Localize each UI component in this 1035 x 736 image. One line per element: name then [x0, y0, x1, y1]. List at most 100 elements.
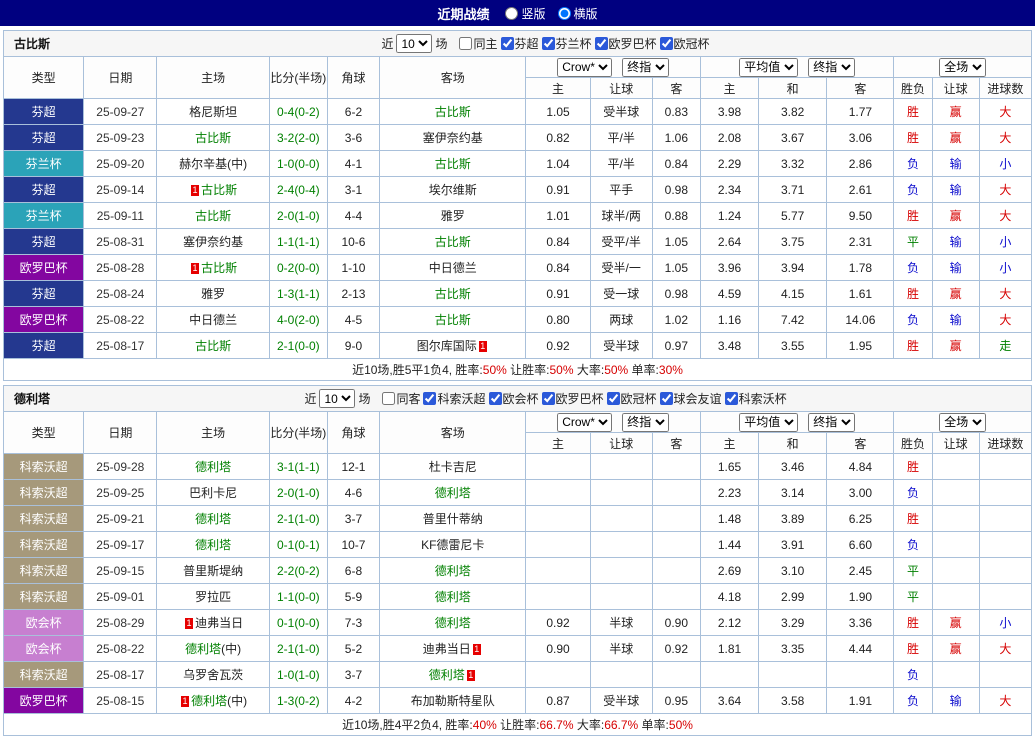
away-team: 埃尔维斯 — [379, 176, 527, 203]
same-venue-checkbox[interactable] — [382, 392, 396, 405]
view-radio-horizontal[interactable] — [557, 6, 571, 20]
away-team-name: 古比斯 — [434, 287, 471, 301]
league-filter-checkbox[interactable] — [488, 392, 502, 405]
league-filter[interactable]: 球会友谊 — [659, 390, 722, 407]
away-team-name: 德利塔 — [434, 616, 471, 630]
home-team: 1 德利塔(中) — [156, 687, 270, 714]
home-team-name: 古比斯 — [195, 131, 232, 145]
league-badge: 欧会杯 — [2, 609, 85, 636]
league-filter-checkbox[interactable] — [500, 37, 514, 50]
league-filter[interactable]: 欧罗巴杯 — [594, 35, 657, 52]
neutral-venue-label: (中) — [221, 642, 242, 656]
same-venue-filter[interactable]: 同主 — [459, 35, 498, 52]
league-filter[interactable]: 欧会杯 — [488, 390, 539, 407]
away-team: 普里什蒂纳 — [379, 505, 527, 532]
final-odds-select-2[interactable]: 终指 — [808, 57, 856, 77]
summary-value: 40% — [472, 718, 497, 732]
home-team-name: 雅罗 — [201, 287, 226, 301]
avg-home: 3.98 — [699, 98, 760, 125]
league-filter-checkbox[interactable] — [594, 37, 608, 50]
match-score: 1-0(0-0) — [268, 150, 328, 177]
final-odds-select[interactable]: 终指 — [622, 57, 670, 77]
odds-handicap: 球半/两 — [589, 202, 653, 229]
match-score: 2-1(1-0) — [268, 635, 328, 662]
league-filter[interactable]: 欧冠杯 — [606, 390, 657, 407]
league-badge: 芬兰杯 — [2, 150, 85, 177]
home-team: 古比斯 — [156, 124, 270, 151]
away-team-name: 杜卡吉尼 — [428, 460, 477, 474]
col-header-goals-result: 进球数 — [978, 432, 1033, 454]
result-handicap: 输 — [931, 176, 980, 203]
result-outcome: 负 — [893, 687, 933, 714]
home-team-name: 迪弗当日 — [195, 616, 244, 630]
results-table: 类型 日期 主场 比分(半场) 角球 客场 Crow* 终指 平均值 终指 全场主让球客主和客胜负让… — [2, 56, 1033, 381]
view-radio-vertical[interactable] — [505, 6, 519, 20]
league-filter[interactable]: 欧罗巴杯 — [541, 390, 604, 407]
result-handicap: 输 — [931, 687, 980, 714]
match-row: 芬超 25-08-17 古比斯 2-1(0-0) 9-0 图尔库国际 1 0.92 受半球 0.9… — [2, 332, 1033, 359]
away-team-name: 古比斯 — [434, 313, 471, 327]
corner-score: 9-0 — [326, 332, 381, 359]
average-select[interactable]: 平均值 — [739, 57, 799, 77]
league-filter-checkbox[interactable] — [423, 392, 437, 405]
league-filter-checkbox[interactable] — [724, 392, 738, 405]
odds-away: 0.97 — [651, 332, 701, 359]
league-badge: 科索沃超 — [2, 661, 85, 688]
corner-score: 2-13 — [326, 280, 381, 307]
scope-select[interactable]: 全场 — [939, 412, 987, 432]
result-handicap — [931, 531, 980, 558]
home-team-name: 德利塔 — [191, 694, 228, 708]
col-header-result: 胜负 — [893, 77, 933, 99]
home-team-name: 普里斯堤纳 — [183, 564, 244, 578]
avg-home: 2.34 — [699, 176, 760, 203]
corner-score: 10-7 — [326, 531, 381, 558]
bookmaker-select[interactable]: Crow* — [557, 57, 613, 77]
odds-handicap — [589, 531, 653, 558]
league-filter[interactable]: 欧冠杯 — [659, 35, 710, 52]
view-option-vertical[interactable]: 竖版 — [505, 5, 546, 22]
home-team: 普里斯堤纳 — [156, 557, 270, 584]
team-sections: 古比斯近 10 场同主 芬超 芬兰杯 欧罗巴杯 欧冠杯 类型 日期 主场 比分(半场) 角球 客场 Cro… — [0, 30, 1035, 736]
final-odds-select-2[interactable]: 终指 — [808, 412, 856, 432]
avg-home: 2.12 — [699, 609, 760, 636]
match-score: 1-1(0-0) — [268, 583, 328, 610]
corner-score: 4-4 — [326, 202, 381, 229]
recent-count-select[interactable]: 10 — [396, 34, 433, 53]
scope-select[interactable]: 全场 — [939, 57, 987, 77]
league-filter-checkbox[interactable] — [541, 37, 555, 50]
league-filter-checkbox[interactable] — [659, 37, 673, 50]
recent-label: 近 — [381, 37, 394, 51]
result-handicap: 赢 — [931, 202, 980, 229]
league-filter[interactable]: 科索沃超 — [423, 390, 486, 407]
same-venue-filter[interactable]: 同客 — [382, 390, 420, 407]
match-score: 2-4(0-4) — [268, 176, 328, 203]
same-venue-checkbox[interactable] — [459, 37, 473, 50]
result-goals — [978, 583, 1033, 610]
home-team: 德利塔 — [156, 531, 270, 558]
league-badge: 科索沃超 — [2, 531, 85, 558]
match-date: 25-09-17 — [83, 531, 158, 558]
average-select[interactable]: 平均值 — [739, 412, 799, 432]
col-header-odds-away: 客 — [651, 77, 701, 99]
view-option-horizontal[interactable]: 横版 — [557, 5, 598, 22]
odds-handicap: 半球 — [589, 635, 653, 662]
final-odds-select[interactable]: 终指 — [622, 412, 670, 432]
recent-count-select[interactable]: 10 — [319, 389, 356, 408]
result-outcome: 胜 — [893, 453, 933, 480]
league-filter-checkbox[interactable] — [541, 392, 555, 405]
home-team: 雅罗 — [156, 280, 270, 307]
league-filter[interactable]: 科索沃杯 — [724, 390, 787, 407]
result-handicap — [931, 583, 980, 610]
league-filter[interactable]: 芬超 — [500, 35, 539, 52]
match-row: 科索沃超 25-09-21 德利塔 2-1(1-0) 3-7 普里什蒂纳 1.48 3.89 6… — [2, 505, 1033, 532]
away-team-name: 塞伊奈约基 — [422, 131, 483, 145]
result-outcome: 平 — [893, 583, 933, 610]
league-filter-checkbox[interactable] — [659, 392, 673, 405]
bookmaker-select[interactable]: Crow* — [557, 412, 613, 432]
avg-home: 2.29 — [699, 150, 760, 177]
view-option-horizontal-label: 横版 — [573, 6, 598, 21]
league-filter-checkbox[interactable] — [606, 392, 620, 405]
league-filter[interactable]: 芬兰杯 — [541, 35, 592, 52]
league-filter-label: 欧罗巴杯 — [608, 37, 657, 51]
league-filter-label: 科索沃超 — [437, 392, 486, 406]
